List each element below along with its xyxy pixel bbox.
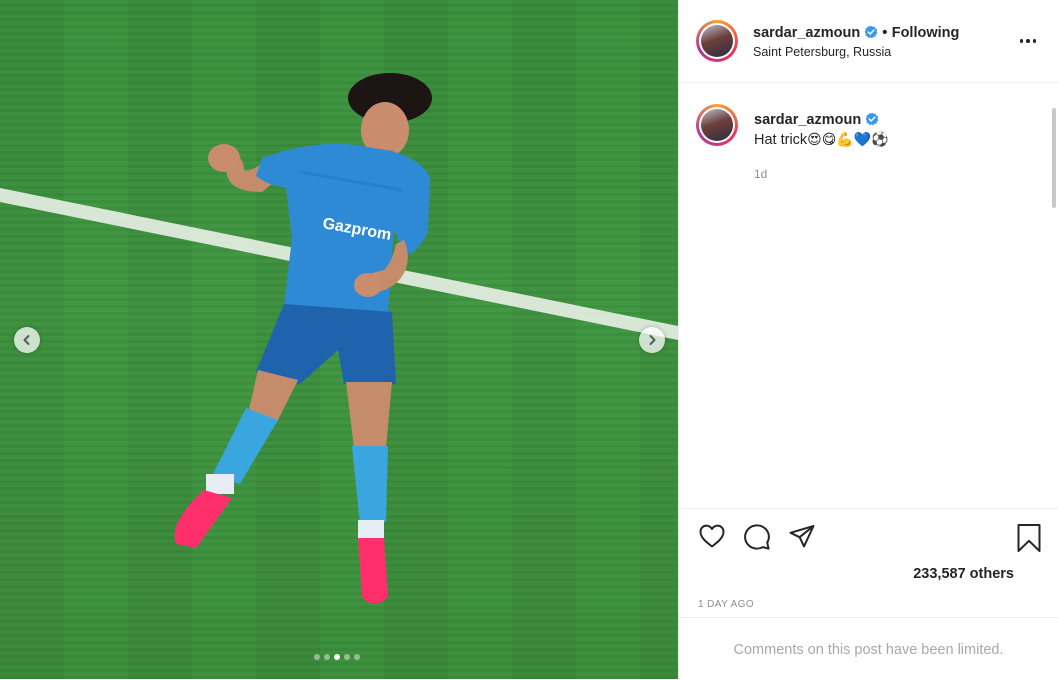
like-button[interactable]: [698, 523, 726, 554]
soccer-ball-emoji: ⚽: [871, 132, 889, 148]
verified-badge-icon: [865, 112, 879, 126]
comments-scrollbar[interactable]: [1052, 108, 1056, 208]
carousel-dot: [314, 654, 320, 660]
caption-username-link[interactable]: sardar_azmoun: [754, 112, 861, 128]
blue-heart-emoji: 💙: [853, 132, 872, 148]
verified-badge-icon: [864, 25, 878, 39]
comment-box: Comments on this post have been limited.: [679, 617, 1058, 680]
comment-bubble-icon: [744, 524, 770, 550]
post-header: sardar_azmoun • Following Saint Petersbu…: [679, 0, 1058, 83]
heart-eyes-emoji: 😍: [807, 132, 822, 148]
post-media[interactable]: Gazprom: [0, 0, 678, 679]
post-sidebar: sardar_azmoun • Following Saint Petersbu…: [678, 0, 1058, 679]
post-actions: 233,587 others 1 DAY AGO: [679, 508, 1058, 619]
avatar-image: [701, 25, 733, 57]
likes-count[interactable]: 233,587 others: [913, 566, 1014, 582]
post-date[interactable]: 1 DAY AGO: [698, 599, 754, 610]
carousel-indicator: [314, 654, 360, 660]
carousel-dot: [354, 654, 360, 660]
avatar[interactable]: [696, 20, 738, 62]
comment-button[interactable]: [743, 523, 771, 556]
comments-section[interactable]: sardar_azmoun Hat trick😍😋💪💙⚽ 1d: [679, 84, 1058, 508]
previous-slide-button[interactable]: [14, 327, 40, 353]
carousel-dot: [324, 654, 330, 660]
comments-limited-notice: Comments on this post have been limited.: [733, 642, 1004, 658]
follow-separator: •: [882, 25, 888, 41]
more-options-button[interactable]: [1016, 33, 1040, 49]
chevron-right-icon: [649, 335, 656, 345]
save-button[interactable]: [1016, 523, 1042, 558]
paper-plane-icon: [789, 525, 815, 548]
caption-timestamp[interactable]: 1d: [754, 167, 767, 181]
bookmark-icon: [1017, 524, 1041, 552]
flexed-biceps-emoji: 💪: [836, 132, 854, 148]
more-horizontal-icon: [1019, 39, 1024, 43]
chevron-left-icon: [23, 335, 30, 345]
caption-text: Hat trick😍😋💪💙⚽: [754, 132, 889, 148]
yum-emoji: 😋: [821, 132, 837, 148]
next-slide-button[interactable]: [639, 327, 665, 353]
carousel-dot: [334, 654, 340, 660]
location-link[interactable]: Saint Petersburg, Russia: [753, 45, 891, 59]
share-button[interactable]: [788, 523, 816, 556]
caption-avatar[interactable]: [696, 104, 738, 146]
post-photo: Gazprom: [0, 73, 678, 604]
carousel-dot: [344, 654, 350, 660]
avatar-image: [701, 109, 733, 141]
heart-icon: [699, 524, 725, 548]
follow-status-button[interactable]: Following: [892, 25, 960, 41]
username-link[interactable]: sardar_azmoun: [753, 25, 860, 41]
caption-body: Hat trick: [754, 132, 808, 148]
